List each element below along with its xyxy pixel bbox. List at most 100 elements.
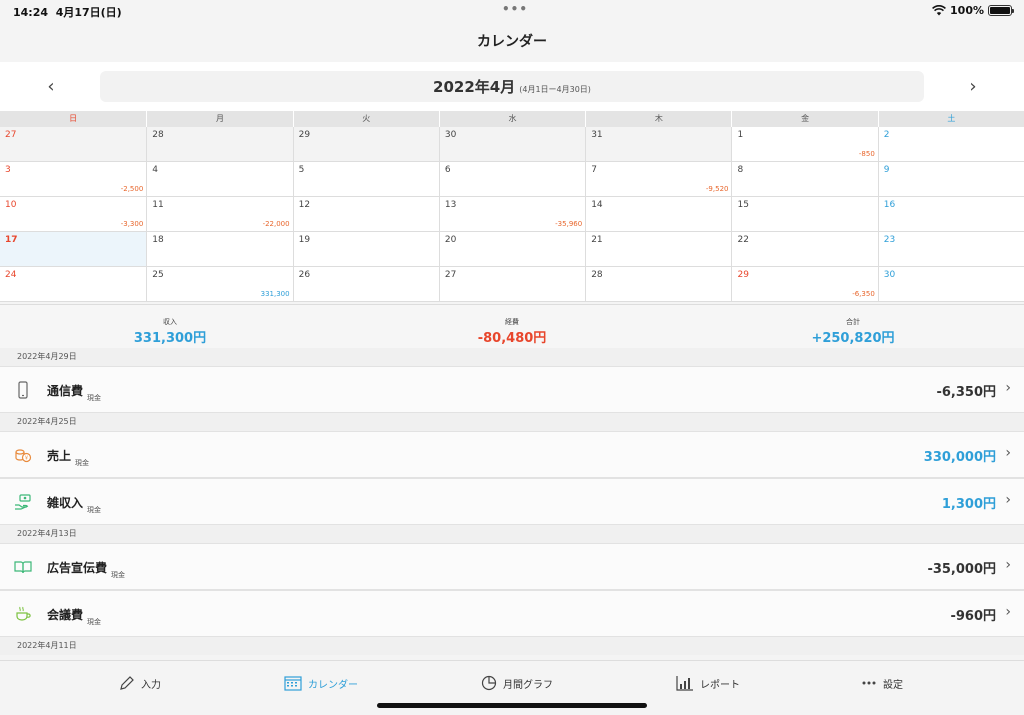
calendar-week-row: 10 -3,300 11 -22,000 12 13 -35,960 14 15 16 xyxy=(0,197,1024,232)
calendar-day-cell[interactable]: 29 -6,350 xyxy=(731,267,878,301)
next-month-chevron-icon[interactable]: › xyxy=(958,72,988,102)
day-number: 30 xyxy=(883,270,896,280)
calendar-day-cell[interactable]: 29 xyxy=(292,127,439,161)
calendar-day-cell[interactable]: 18 xyxy=(146,232,293,266)
calendar-day-cell[interactable]: 23 xyxy=(877,232,1024,266)
day-number: 11 xyxy=(152,200,164,210)
calendar-day-cell[interactable]: 21 xyxy=(585,232,732,266)
transaction-amount: 330,000円 xyxy=(923,450,996,465)
day-number: 24 xyxy=(5,270,17,280)
day-number: 12 xyxy=(298,200,311,210)
weekday-label: 土 xyxy=(877,111,1024,127)
calendar-day-cell[interactable]: 10 -3,300 xyxy=(0,197,147,231)
day-number: 27 xyxy=(444,270,457,280)
day-number: 13 xyxy=(444,200,457,210)
payment-method: 現金 xyxy=(87,394,102,402)
calendar-day-cell[interactable]: 20 xyxy=(438,232,586,266)
calendar-day-cell[interactable]: 25 331,300 xyxy=(146,267,293,301)
month-range: (4月1日ー4月30日) xyxy=(519,85,591,94)
calendar-day-cell[interactable]: 3 -2,500 xyxy=(0,162,147,196)
day-number: 2 xyxy=(883,130,890,140)
tab-label: 設定 xyxy=(883,679,903,691)
day-number: 7 xyxy=(591,165,597,175)
calendar-day-cell[interactable]: 24 xyxy=(0,267,147,301)
previous-month-chevron-icon[interactable]: ‹ xyxy=(36,72,66,102)
month-pill[interactable]: 2022年4月 (4月1日ー4月30日) xyxy=(100,71,924,102)
status-bar: 14:24 4月17日(日) ••• 100% xyxy=(0,0,1024,22)
calendar-day-cell[interactable]: 30 xyxy=(438,127,586,161)
bar-report-icon xyxy=(676,675,694,691)
calendar-day-cell[interactable]: 9 xyxy=(877,162,1024,196)
day-number: 28 xyxy=(591,270,603,280)
calendar-day-cell[interactable]: 30 xyxy=(877,267,1024,301)
calendar-day-cell[interactable]: 1 -850 xyxy=(731,127,878,161)
pencil-icon xyxy=(119,675,135,691)
transaction-row[interactable]: 広告宣伝費 現金 -35,000円 › xyxy=(0,543,1024,590)
calendar-week-row: 3 -2,500 4 5 6 7 -9,520 8 9 xyxy=(0,162,1024,197)
calendar-day-cell[interactable]: 14 xyxy=(585,197,732,231)
day-number: 26 xyxy=(298,270,311,280)
coins-icon: ¥ xyxy=(14,446,32,464)
date-section-header: 2022年4月11日 xyxy=(0,637,1024,655)
total-value: +250,820円 xyxy=(811,331,895,346)
calendar-day-cell[interactable]: 16 xyxy=(877,197,1024,231)
calendar-day-cell[interactable]: 5 xyxy=(292,162,439,196)
transaction-row[interactable]: 会議費 現金 -960円 › xyxy=(0,590,1024,637)
calendar-day-cell[interactable]: 4 xyxy=(146,162,293,196)
calendar-day-cell[interactable]: 19 xyxy=(292,232,439,266)
transaction-category: 通信費 現金 xyxy=(47,384,102,402)
calendar-week-row: 24 25 331,300 26 27 28 29 -6,350 30 xyxy=(0,267,1024,302)
calendar-day-cell[interactable]: 28 xyxy=(585,267,732,301)
calendar-day-cell[interactable]: 31 xyxy=(585,127,732,161)
calendar-week-row: 27 28 29 30 31 1 -850 2 xyxy=(0,127,1024,162)
day-number: 28 xyxy=(152,130,164,140)
calendar-day-cell[interactable]: 7 -9,520 xyxy=(585,162,732,196)
chevron-right-icon: › xyxy=(1005,492,1011,508)
tab-pie-chart[interactable]: 月間グラフ xyxy=(481,673,553,693)
day-amount: 331,300 xyxy=(260,290,290,298)
payment-method: 現金 xyxy=(87,506,102,514)
tab-more-dots[interactable]: 設定 xyxy=(861,673,903,693)
calendar-day-cell[interactable]: 11 -22,000 xyxy=(146,197,293,231)
calendar-day-cell[interactable]: 27 xyxy=(438,267,586,301)
weekday-header: 日 月火水木金土 xyxy=(0,111,1024,127)
day-number: 6 xyxy=(444,165,451,175)
calendar-day-cell[interactable]: 28 xyxy=(146,127,293,161)
chevron-right-icon: › xyxy=(1005,445,1011,461)
day-number: 14 xyxy=(591,200,603,210)
status-time: 14:24 4月17日(日) xyxy=(13,6,122,19)
day-number: 30 xyxy=(444,130,457,140)
calendar-day-cell[interactable]: 15 xyxy=(731,197,878,231)
payment-method: 現金 xyxy=(75,459,90,467)
day-number: 3 xyxy=(5,165,11,175)
more-dots-icon xyxy=(861,675,877,691)
day-number: 17 xyxy=(5,235,18,245)
calendar-day-cell[interactable]: 6 xyxy=(438,162,586,196)
calendar-day-cell[interactable]: 27 xyxy=(0,127,147,161)
weekday-label: 木 xyxy=(585,111,731,127)
calendar-day-cell[interactable]: 17 xyxy=(0,232,147,266)
income-value: 331,300円 xyxy=(133,331,207,346)
day-number: 22 xyxy=(737,235,749,245)
tab-pencil[interactable]: 入力 xyxy=(119,673,161,693)
calendar-week-row: 17 18 19 20 21 22 23 xyxy=(0,232,1024,267)
coffee-cup-icon xyxy=(14,605,32,623)
calendar-day-cell[interactable]: 22 xyxy=(731,232,878,266)
calendar-day-cell[interactable]: 2 xyxy=(877,127,1024,161)
transaction-amount: 1,300円 xyxy=(941,497,996,512)
tab-bar-report[interactable]: レポート xyxy=(676,673,740,693)
calendar-day-cell[interactable]: 13 -35,960 xyxy=(438,197,586,231)
day-number: 18 xyxy=(152,235,164,245)
transaction-row[interactable]: 通信費 現金 -6,350円 › xyxy=(0,366,1024,413)
multitasking-dots-icon[interactable]: ••• xyxy=(502,2,528,16)
weekday-label: 金 xyxy=(731,111,877,127)
total-summary: 合計 +250,820円 xyxy=(753,317,953,346)
calendar-day-cell[interactable]: 12 xyxy=(292,197,439,231)
calendar-day-cell[interactable]: 8 xyxy=(731,162,878,196)
calendar-day-cell[interactable]: 26 xyxy=(292,267,439,301)
transaction-row[interactable]: ¥ 売上 現金 330,000円 › xyxy=(0,431,1024,478)
transaction-category: 雑収入 現金 xyxy=(47,496,102,514)
tab-calendar[interactable]: カレンダー xyxy=(284,673,358,693)
transaction-row[interactable]: 雑収入 現金 1,300円 › xyxy=(0,478,1024,525)
day-number: 19 xyxy=(298,235,311,245)
